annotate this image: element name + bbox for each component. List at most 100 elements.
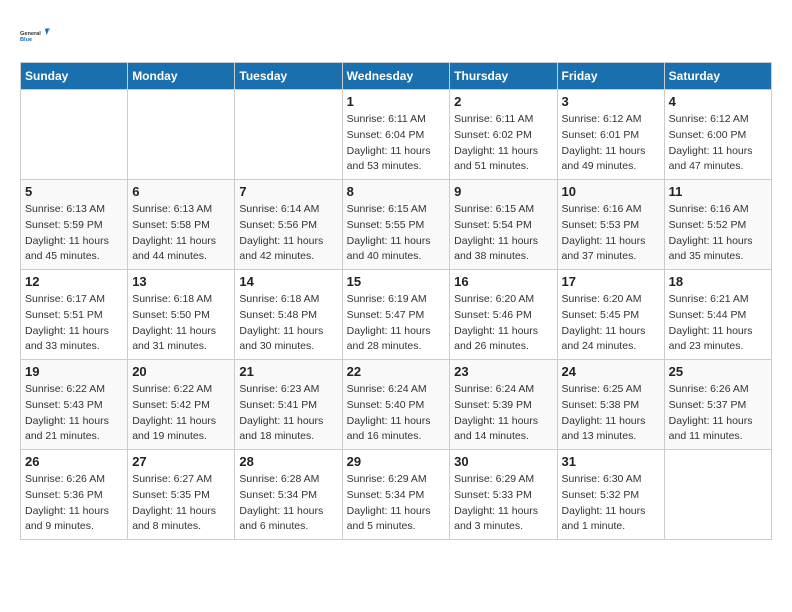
day-number: 28 bbox=[239, 454, 337, 469]
day-number: 13 bbox=[132, 274, 230, 289]
day-info: Sunrise: 6:24 AMSunset: 5:40 PMDaylight:… bbox=[347, 382, 446, 445]
logo-icon: GeneralBlue bbox=[20, 20, 52, 52]
day-info: Sunrise: 6:18 AMSunset: 5:48 PMDaylight:… bbox=[239, 292, 337, 355]
day-info: Sunrise: 6:12 AMSunset: 6:01 PMDaylight:… bbox=[562, 112, 660, 175]
day-info: Sunrise: 6:19 AMSunset: 5:47 PMDaylight:… bbox=[347, 292, 446, 355]
day-info: Sunrise: 6:21 AMSunset: 5:44 PMDaylight:… bbox=[669, 292, 767, 355]
day-number: 6 bbox=[132, 184, 230, 199]
weekday-header: Sunday bbox=[21, 63, 128, 90]
day-number: 2 bbox=[454, 94, 552, 109]
weekday-header: Tuesday bbox=[235, 63, 342, 90]
day-number: 10 bbox=[562, 184, 660, 199]
weekday-header: Wednesday bbox=[342, 63, 450, 90]
calendar-cell: 11 Sunrise: 6:16 AMSunset: 5:52 PMDayligh… bbox=[664, 180, 771, 270]
calendar-cell: 20 Sunrise: 6:22 AMSunset: 5:42 PMDayligh… bbox=[128, 360, 235, 450]
day-number: 9 bbox=[454, 184, 552, 199]
calendar-cell: 4 Sunrise: 6:12 AMSunset: 6:00 PMDaylight… bbox=[664, 90, 771, 180]
day-info: Sunrise: 6:15 AMSunset: 5:54 PMDaylight:… bbox=[454, 202, 552, 265]
day-number: 29 bbox=[347, 454, 446, 469]
day-number: 25 bbox=[669, 364, 767, 379]
calendar-cell: 19 Sunrise: 6:22 AMSunset: 5:43 PMDayligh… bbox=[21, 360, 128, 450]
day-number: 30 bbox=[454, 454, 552, 469]
calendar-week-row: 1Sunrise: 6:11 AMSunset: 6:04 PMDaylight… bbox=[21, 90, 772, 180]
day-info: Sunrise: 6:22 AMSunset: 5:43 PMDaylight:… bbox=[25, 382, 123, 445]
day-info: Sunrise: 6:25 AMSunset: 5:38 PMDaylight:… bbox=[562, 382, 660, 445]
day-number: 18 bbox=[669, 274, 767, 289]
calendar-cell: 12Sunrise: 6:17 AMSunset: 5:51 PMDayligh… bbox=[21, 270, 128, 360]
calendar-cell: 17 Sunrise: 6:20 AMSunset: 5:45 PMDayligh… bbox=[557, 270, 664, 360]
day-number: 5 bbox=[25, 184, 123, 199]
calendar-cell: 31 Sunrise: 6:30 AMSunset: 5:32 PMDayligh… bbox=[557, 450, 664, 540]
day-info: Sunrise: 6:20 AMSunset: 5:45 PMDaylight:… bbox=[562, 292, 660, 355]
calendar-cell: 29 Sunrise: 6:29 AMSunset: 5:34 PMDayligh… bbox=[342, 450, 450, 540]
day-number: 17 bbox=[562, 274, 660, 289]
day-info: Sunrise: 6:29 AMSunset: 5:33 PMDaylight:… bbox=[454, 472, 552, 535]
day-number: 31 bbox=[562, 454, 660, 469]
day-number: 21 bbox=[239, 364, 337, 379]
calendar-cell: 22 Sunrise: 6:24 AMSunset: 5:40 PMDayligh… bbox=[342, 360, 450, 450]
weekday-header: Saturday bbox=[664, 63, 771, 90]
calendar-cell: 14 Sunrise: 6:18 AMSunset: 5:48 PMDayligh… bbox=[235, 270, 342, 360]
day-number: 24 bbox=[562, 364, 660, 379]
day-info: Sunrise: 6:28 AMSunset: 5:34 PMDaylight:… bbox=[239, 472, 337, 535]
calendar-week-row: 5 Sunrise: 6:13 AMSunset: 5:59 PMDaylight… bbox=[21, 180, 772, 270]
day-number: 11 bbox=[669, 184, 767, 199]
page-header: GeneralBlue bbox=[20, 20, 772, 52]
weekday-header: Thursday bbox=[450, 63, 557, 90]
calendar-table: SundayMondayTuesdayWednesdayThursdayFrid… bbox=[20, 62, 772, 540]
calendar-cell: 24 Sunrise: 6:25 AMSunset: 5:38 PMDayligh… bbox=[557, 360, 664, 450]
day-info: Sunrise: 6:29 AMSunset: 5:34 PMDaylight:… bbox=[347, 472, 446, 535]
day-info: Sunrise: 6:22 AMSunset: 5:42 PMDaylight:… bbox=[132, 382, 230, 445]
svg-text:Blue: Blue bbox=[20, 37, 32, 43]
weekday-header: Friday bbox=[557, 63, 664, 90]
day-number: 22 bbox=[347, 364, 446, 379]
day-info: Sunrise: 6:30 AMSunset: 5:32 PMDaylight:… bbox=[562, 472, 660, 535]
calendar-cell: 2 Sunrise: 6:11 AMSunset: 6:02 PMDaylight… bbox=[450, 90, 557, 180]
calendar-cell: 18 Sunrise: 6:21 AMSunset: 5:44 PMDayligh… bbox=[664, 270, 771, 360]
day-info: Sunrise: 6:26 AMSunset: 5:37 PMDaylight:… bbox=[669, 382, 767, 445]
day-number: 16 bbox=[454, 274, 552, 289]
calendar-cell: 25 Sunrise: 6:26 AMSunset: 5:37 PMDayligh… bbox=[664, 360, 771, 450]
day-info: Sunrise: 6:26 AMSunset: 5:36 PMDaylight:… bbox=[25, 472, 123, 535]
day-number: 3 bbox=[562, 94, 660, 109]
calendar-cell: 23 Sunrise: 6:24 AMSunset: 5:39 PMDayligh… bbox=[450, 360, 557, 450]
calendar-cell: 27Sunrise: 6:27 AMSunset: 5:35 PMDayligh… bbox=[128, 450, 235, 540]
calendar-cell bbox=[664, 450, 771, 540]
day-number: 19 bbox=[25, 364, 123, 379]
calendar-cell: 1Sunrise: 6:11 AMSunset: 6:04 PMDaylight… bbox=[342, 90, 450, 180]
calendar-cell bbox=[128, 90, 235, 180]
day-number: 26 bbox=[25, 454, 123, 469]
day-info: Sunrise: 6:27 AMSunset: 5:35 PMDaylight:… bbox=[132, 472, 230, 535]
calendar-cell: 13 Sunrise: 6:18 AMSunset: 5:50 PMDayligh… bbox=[128, 270, 235, 360]
calendar-week-row: 12Sunrise: 6:17 AMSunset: 5:51 PMDayligh… bbox=[21, 270, 772, 360]
calendar-header-row: SundayMondayTuesdayWednesdayThursdayFrid… bbox=[21, 63, 772, 90]
day-number: 20 bbox=[132, 364, 230, 379]
weekday-header: Monday bbox=[128, 63, 235, 90]
calendar-cell: 15 Sunrise: 6:19 AMSunset: 5:47 PMDayligh… bbox=[342, 270, 450, 360]
day-info: Sunrise: 6:12 AMSunset: 6:00 PMDaylight:… bbox=[669, 112, 767, 175]
day-info: Sunrise: 6:16 AMSunset: 5:52 PMDaylight:… bbox=[669, 202, 767, 265]
day-info: Sunrise: 6:18 AMSunset: 5:50 PMDaylight:… bbox=[132, 292, 230, 355]
day-info: Sunrise: 6:24 AMSunset: 5:39 PMDaylight:… bbox=[454, 382, 552, 445]
calendar-cell: 21Sunrise: 6:23 AMSunset: 5:41 PMDayligh… bbox=[235, 360, 342, 450]
day-number: 15 bbox=[347, 274, 446, 289]
day-info: Sunrise: 6:13 AMSunset: 5:59 PMDaylight:… bbox=[25, 202, 123, 265]
day-number: 4 bbox=[669, 94, 767, 109]
day-number: 8 bbox=[347, 184, 446, 199]
calendar-cell: 3 Sunrise: 6:12 AMSunset: 6:01 PMDaylight… bbox=[557, 90, 664, 180]
day-info: Sunrise: 6:20 AMSunset: 5:46 PMDaylight:… bbox=[454, 292, 552, 355]
calendar-cell bbox=[235, 90, 342, 180]
calendar-cell: 26 Sunrise: 6:26 AMSunset: 5:36 PMDayligh… bbox=[21, 450, 128, 540]
calendar-cell: 6 Sunrise: 6:13 AMSunset: 5:58 PMDaylight… bbox=[128, 180, 235, 270]
day-number: 14 bbox=[239, 274, 337, 289]
day-info: Sunrise: 6:16 AMSunset: 5:53 PMDaylight:… bbox=[562, 202, 660, 265]
day-info: Sunrise: 6:15 AMSunset: 5:55 PMDaylight:… bbox=[347, 202, 446, 265]
logo: GeneralBlue bbox=[20, 20, 52, 52]
day-number: 1 bbox=[347, 94, 446, 109]
day-info: Sunrise: 6:11 AMSunset: 6:02 PMDaylight:… bbox=[454, 112, 552, 175]
calendar-cell: 16 Sunrise: 6:20 AMSunset: 5:46 PMDayligh… bbox=[450, 270, 557, 360]
day-number: 23 bbox=[454, 364, 552, 379]
day-info: Sunrise: 6:13 AMSunset: 5:58 PMDaylight:… bbox=[132, 202, 230, 265]
calendar-cell: 7Sunrise: 6:14 AMSunset: 5:56 PMDaylight… bbox=[235, 180, 342, 270]
calendar-cell bbox=[21, 90, 128, 180]
